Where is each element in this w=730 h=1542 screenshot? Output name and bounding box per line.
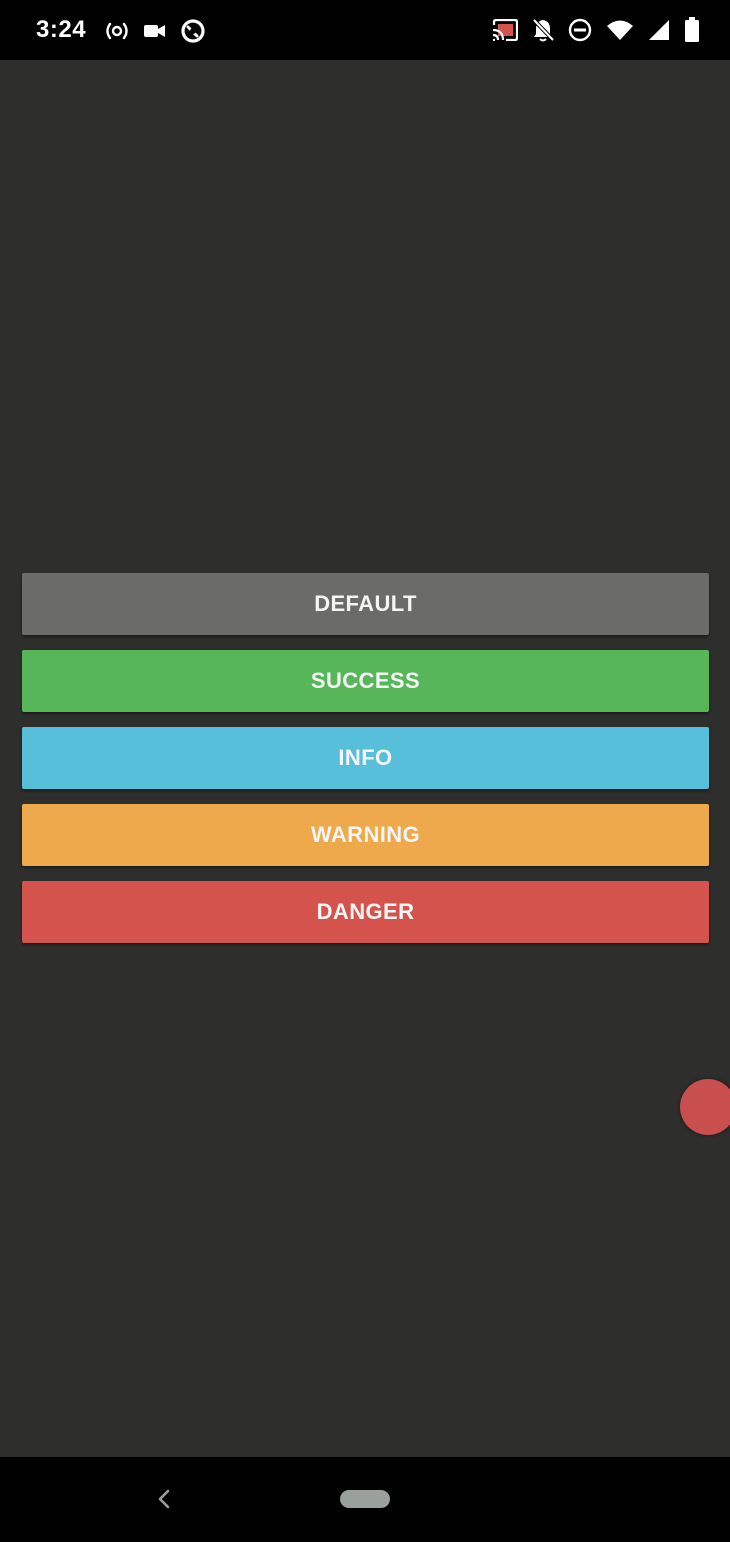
battery-icon <box>684 17 700 43</box>
danger-button[interactable]: DANGER <box>22 881 709 943</box>
status-left-icons <box>104 16 206 46</box>
button-list: DEFAULT SUCCESS INFO WARNING DANGER <box>22 573 709 958</box>
info-button[interactable]: INFO <box>22 727 709 789</box>
do-not-disturb-icon <box>568 18 592 42</box>
app-screen: 3:24 DEFAULT SUCCESS INFO WARNING DANGER <box>0 0 730 1542</box>
default-button[interactable]: DEFAULT <box>22 573 709 635</box>
navigation-bar <box>0 1457 730 1542</box>
cast-icon <box>492 19 518 41</box>
video-camera-icon <box>144 23 166 39</box>
data-saver-icon <box>180 18 206 44</box>
notifications-off-icon <box>532 18 554 42</box>
floating-bubble[interactable] <box>680 1079 730 1135</box>
back-icon[interactable] <box>152 1485 176 1513</box>
wifi-icon <box>606 19 634 41</box>
success-button[interactable]: SUCCESS <box>22 650 709 712</box>
hotspot-icon <box>104 21 130 41</box>
warning-button[interactable]: WARNING <box>22 804 709 866</box>
status-bar: 3:24 <box>0 0 730 60</box>
status-time: 3:24 <box>36 16 87 43</box>
cell-signal-icon <box>648 19 670 41</box>
home-pill-icon[interactable] <box>340 1490 390 1508</box>
status-right-icons <box>492 14 700 46</box>
